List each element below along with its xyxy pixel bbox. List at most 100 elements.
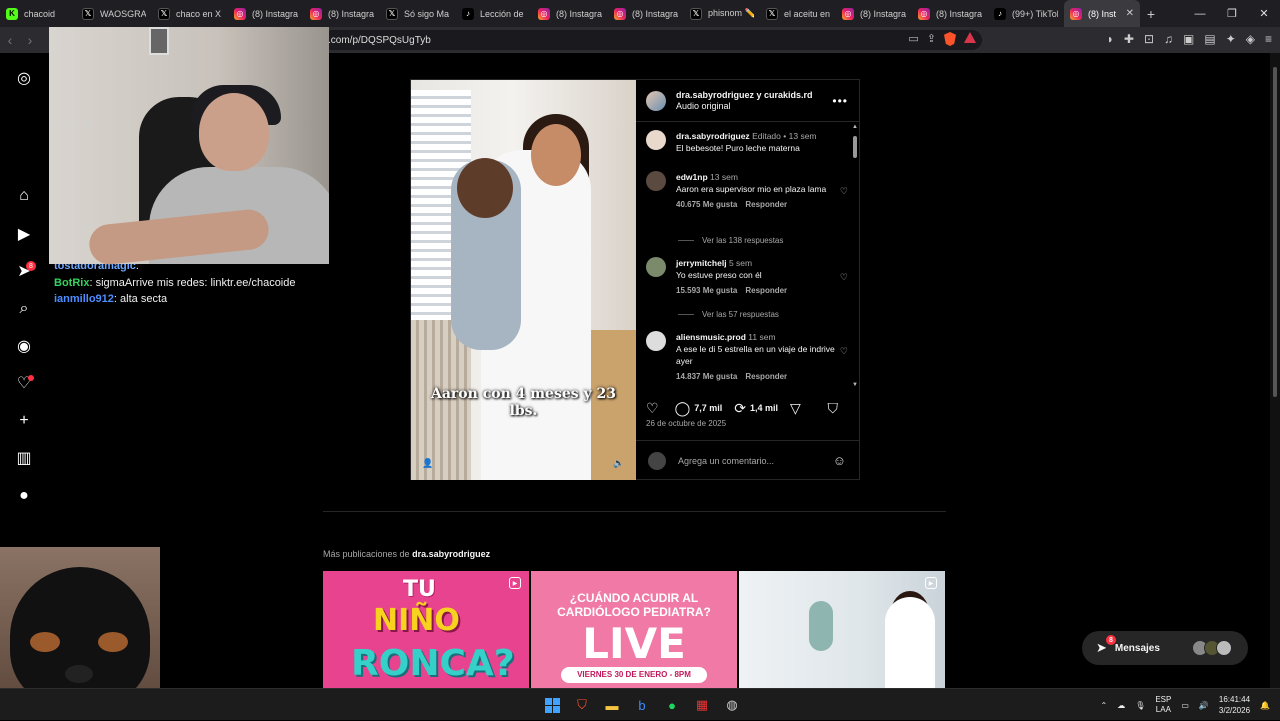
browser-tab[interactable]: 𝕏 Só sigo Ma bbox=[380, 0, 456, 27]
browser-tab[interactable]: 𝕏chaco en X bbox=[152, 0, 228, 27]
profile-avatar[interactable]: ● bbox=[14, 486, 34, 506]
vpn-icon[interactable]: ◈ bbox=[1246, 32, 1255, 46]
like-comment-icon[interactable]: ♡ bbox=[840, 185, 848, 197]
file-explorer-icon[interactable]: ▬ bbox=[600, 694, 624, 716]
browser-tab[interactable]: ◎(8) Instagram bbox=[608, 0, 684, 27]
post-thumbnail[interactable]: ▶ bbox=[739, 571, 945, 688]
scroll-thumb[interactable] bbox=[853, 136, 857, 158]
audio-label[interactable]: Audio original bbox=[676, 101, 731, 111]
like-button[interactable]: ♡ bbox=[646, 400, 663, 417]
brave-shield-icon[interactable] bbox=[944, 32, 956, 46]
browser-tab[interactable]: Kchacoid bbox=[0, 0, 76, 27]
audio-icon[interactable]: ◗ bbox=[1107, 32, 1114, 46]
browser-tab[interactable]: ♪ (99+) TikTok bbox=[988, 0, 1064, 27]
forward-icon[interactable]: › bbox=[20, 32, 40, 48]
obs-app-icon[interactable]: ▦ bbox=[690, 694, 714, 716]
clock[interactable]: 16:41:44 3/2/2026 bbox=[1219, 694, 1250, 716]
brave-rewards-icon[interactable] bbox=[964, 32, 976, 43]
volume-icon[interactable]: 🔊 bbox=[1199, 701, 1209, 710]
comment-likes[interactable]: 40.675 Me gusta bbox=[676, 200, 737, 209]
start-icon[interactable] bbox=[540, 694, 564, 716]
address-bar[interactable]: .com/p/DQSPQsUgTyb ▭ ⇪ bbox=[322, 30, 982, 50]
post-thumbnail[interactable]: TU NIÑO RONCA? ▶ bbox=[323, 571, 529, 688]
browser-tab[interactable]: ◎(8) Instagram bbox=[228, 0, 304, 27]
author-avatar[interactable] bbox=[646, 90, 666, 111]
more-posts-user[interactable]: dra.sabyrodriguez bbox=[412, 549, 490, 559]
cast-icon[interactable]: ▭ bbox=[908, 32, 918, 46]
language-indicator[interactable]: ESP LAA bbox=[1155, 695, 1171, 715]
author-names[interactable]: dra.sabyrodriguez y curakids.rd bbox=[676, 90, 813, 100]
screenshot-icon[interactable]: ⊡ bbox=[1144, 32, 1154, 46]
avatar[interactable] bbox=[646, 171, 666, 191]
comment-user[interactable]: edw1np bbox=[676, 172, 708, 182]
media-icon[interactable]: ♫ bbox=[1164, 32, 1173, 46]
brave-browser-icon[interactable]: ⛉ bbox=[570, 694, 594, 716]
share-icon[interactable]: ⇪ bbox=[927, 32, 936, 46]
comment-user[interactable]: jerrymitchelj bbox=[676, 258, 727, 268]
browser-tab[interactable]: ◎(8) Instagram bbox=[532, 0, 608, 27]
browser-tab[interactable]: 𝕏phisnom ✏️ bbox=[684, 0, 760, 27]
leo-icon[interactable]: ✦ bbox=[1226, 32, 1236, 46]
spotify-icon[interactable]: ● bbox=[660, 694, 684, 716]
post-video[interactable]: Aaron con 4 meses y 23 lbs. 👤 🔈 bbox=[411, 80, 636, 480]
chevron-up-icon[interactable]: ⌃ bbox=[1100, 701, 1107, 710]
network-icon[interactable]: ☁ bbox=[1117, 701, 1125, 710]
dashboard-icon[interactable]: ▥ bbox=[14, 448, 34, 468]
close-window-icon[interactable]: ✕ bbox=[1248, 0, 1280, 27]
back-icon[interactable]: ‹ bbox=[0, 32, 20, 48]
browser-tab[interactable]: ◎(8) Instagram bbox=[304, 0, 380, 27]
browser-tab-active[interactable]: ◎ (8) Inst ✕ bbox=[1064, 0, 1140, 27]
more-options-icon[interactable]: ••• bbox=[832, 94, 848, 108]
instagram-logo-icon[interactable]: ◎ bbox=[14, 68, 34, 88]
like-comment-icon[interactable]: ♡ bbox=[840, 271, 848, 283]
avatar[interactable] bbox=[646, 130, 666, 150]
display-icon[interactable]: ▭ bbox=[1181, 701, 1189, 710]
search-icon[interactable]: ⌕ bbox=[14, 299, 34, 319]
close-tab-icon[interactable]: ✕ bbox=[1126, 8, 1134, 19]
post-thumbnail[interactable]: ¿CUÁNDO ACUDIR AL CARDIÓLOGO PEDIATRA? L… bbox=[531, 571, 737, 688]
reply-button[interactable]: Responder bbox=[745, 286, 787, 295]
menu-icon[interactable]: ≡ bbox=[1265, 32, 1272, 46]
sidebar-icon[interactable]: ▣ bbox=[1183, 32, 1194, 46]
browser-tab[interactable]: ♪ Lección de bbox=[456, 0, 532, 27]
browser-tab[interactable]: 𝕏el aceitu en bbox=[760, 0, 836, 27]
restore-icon[interactable]: ❐ bbox=[1216, 0, 1248, 27]
comment-input[interactable]: Agrega un comentario... bbox=[678, 456, 774, 466]
reels-icon[interactable]: ▶ bbox=[14, 224, 34, 244]
bing-icon[interactable]: b bbox=[630, 694, 654, 716]
messages-button[interactable]: ➤ 8 Mensajes bbox=[1082, 631, 1248, 665]
save-icon[interactable]: ⛉ bbox=[828, 400, 839, 417]
browser-tab[interactable]: 𝕏WAOSGRAN bbox=[76, 0, 152, 27]
view-replies[interactable]: Ver las 138 respuestas bbox=[678, 236, 783, 245]
browser-tab[interactable]: ◎(8) Instagram bbox=[912, 0, 988, 27]
comment-user[interactable]: aliensmusic.prod bbox=[676, 332, 746, 342]
wallet-icon[interactable]: ▤ bbox=[1204, 32, 1215, 46]
tagged-user-icon[interactable]: 👤 bbox=[421, 456, 435, 470]
obs-icon[interactable]: ◍ bbox=[720, 694, 744, 716]
mic-icon[interactable]: 🎙 bbox=[1135, 701, 1145, 710]
scroll-thumb[interactable] bbox=[1273, 67, 1277, 397]
repost-button[interactable]: ⟳ 1,4 mil bbox=[734, 400, 778, 417]
reply-button[interactable]: Responder bbox=[745, 372, 787, 381]
comment-user[interactable]: dra.sabyrodriguez bbox=[676, 131, 750, 141]
page-scrollbar[interactable] bbox=[1270, 53, 1280, 688]
comment-likes[interactable]: 14.837 Me gusta bbox=[676, 372, 737, 381]
notifications-icon[interactable]: 🔔 bbox=[1260, 701, 1270, 710]
comment-button[interactable]: ◯ 7,7 mil bbox=[675, 400, 723, 417]
explore-icon[interactable]: ◉ bbox=[14, 336, 34, 356]
minimize-icon[interactable]: — bbox=[1184, 0, 1216, 27]
create-icon[interactable]: + bbox=[14, 411, 34, 431]
new-tab-button[interactable]: + bbox=[1140, 6, 1162, 22]
reply-button[interactable]: Responder bbox=[745, 200, 787, 209]
browser-tab[interactable]: ◎(8) Instagram bbox=[836, 0, 912, 27]
scroll-up-icon[interactable]: ▲ bbox=[852, 124, 858, 130]
extensions-icon[interactable]: ✚ bbox=[1124, 32, 1134, 46]
volume-icon[interactable]: 🔈 bbox=[612, 456, 626, 470]
home-icon[interactable]: ⌂ bbox=[14, 186, 34, 206]
avatar[interactable] bbox=[646, 331, 666, 351]
like-comment-icon[interactable]: ♡ bbox=[840, 345, 848, 357]
comments-scrollbar[interactable]: ▲ ▼ bbox=[852, 124, 858, 388]
view-replies[interactable]: Ver las 57 respuestas bbox=[678, 310, 779, 319]
avatar[interactable] bbox=[646, 257, 666, 277]
comment-likes[interactable]: 15.593 Me gusta bbox=[676, 286, 737, 295]
